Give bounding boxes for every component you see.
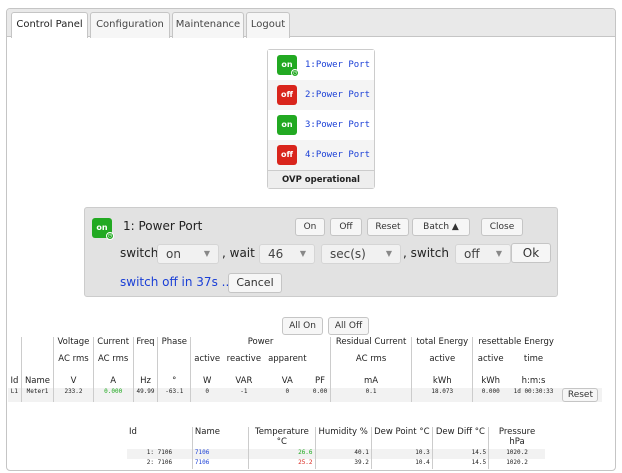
- col-phase: °: [157, 376, 192, 388]
- table-row: 1: 7106 7106 26.6 40.1 10.3 14.5 1020.2: [127, 449, 545, 459]
- ok-button[interactable]: Ok: [511, 243, 551, 263]
- switch-state-select[interactable]: on ▼: [157, 244, 219, 264]
- group-resettable-energy: resettable Energy: [478, 337, 554, 347]
- all-off-button[interactable]: All Off: [328, 317, 369, 335]
- cancel-button[interactable]: Cancel: [228, 273, 282, 293]
- port-4-label[interactable]: 4:Power Port: [305, 150, 370, 160]
- group-phase: Phase: [157, 337, 192, 354]
- switch2-state-select[interactable]: off ▼: [455, 244, 511, 264]
- switch2-label: , switch: [403, 246, 449, 260]
- sub-power-reactive: reactive: [226, 354, 262, 364]
- environment-sensor-table: Id Name Temperature °C Humidity % Dew Po…: [127, 427, 545, 469]
- wait-unit-select[interactable]: sec(s) ▼: [321, 244, 401, 264]
- chevron-down-icon: ▼: [385, 249, 392, 258]
- chevron-down-icon: ▼: [203, 249, 210, 258]
- col-id: Id: [8, 376, 22, 388]
- all-on-button[interactable]: All On: [282, 317, 323, 335]
- col-hz: Hz: [133, 376, 159, 388]
- port-3-toggle-button[interactable]: on: [277, 115, 297, 135]
- col-reset-time: h:m:s: [521, 376, 546, 386]
- port-row-1[interactable]: on ◷ 1:Power Port: [268, 50, 374, 80]
- col-reset-kwh: kWh: [481, 376, 501, 386]
- group-freq: Freq: [133, 337, 159, 354]
- panel-port-toggle-button[interactable]: on ◷: [92, 218, 114, 240]
- sub-residual: AC rms: [330, 354, 413, 376]
- env-col-id: Id: [127, 427, 193, 449]
- timer-icon: ◷: [106, 232, 114, 240]
- env-col-temperature: Temperature °C: [248, 427, 316, 449]
- env-col-dew-point: Dew Point °C: [371, 427, 433, 449]
- tab-logout[interactable]: Logout: [246, 12, 290, 38]
- table-row: 2: 7106 7106 25.2 39.2 10.4 14.5 1020.2: [127, 459, 545, 469]
- batch-button[interactable]: Batch ▲: [412, 218, 470, 236]
- sub-total-energy: active: [411, 354, 474, 376]
- col-name: Name: [21, 376, 55, 388]
- port-2-toggle-button[interactable]: off: [277, 85, 297, 105]
- wait-label: , wait: [222, 246, 255, 260]
- port-row-4[interactable]: off 4:Power Port: [268, 140, 374, 170]
- env-col-dew-diff: Dew Diff °C: [432, 427, 490, 449]
- port-1-label[interactable]: 1:Power Port: [305, 60, 370, 70]
- wait-value-select[interactable]: 46 ▼: [259, 244, 315, 264]
- reset-button[interactable]: Reset: [367, 218, 409, 236]
- sub-reset-time: time: [523, 354, 544, 364]
- group-total-energy: total Energy: [411, 337, 474, 354]
- tab-maintenance[interactable]: Maintenance: [172, 12, 244, 38]
- col-kwh: kWh: [411, 376, 474, 388]
- sub-power-active: active: [194, 354, 221, 364]
- col-va: VA: [281, 376, 293, 386]
- sub-reset-energy: active: [477, 354, 504, 364]
- port-1-toggle-button[interactable]: on ◷: [277, 55, 299, 77]
- energy-reset-button[interactable]: Reset: [562, 388, 599, 402]
- col-pf: PF: [310, 376, 332, 388]
- col-v: V: [53, 376, 94, 388]
- group-voltage: Voltage: [53, 337, 94, 354]
- tab-configuration[interactable]: Configuration: [90, 12, 170, 38]
- countdown-text: switch off in 37s ...: [120, 275, 234, 289]
- env-col-name: Name: [192, 427, 250, 449]
- chevron-down-icon: ▼: [299, 249, 306, 258]
- table-row: L1 Meter1 233.2 0.000 49.99 -63.1 0 -1 0…: [8, 388, 602, 402]
- group-current: Current: [93, 337, 134, 354]
- col-w: W: [202, 376, 212, 386]
- tab-bar: Control Panel Configuration Maintenance …: [7, 9, 615, 38]
- close-button[interactable]: Close: [481, 218, 523, 236]
- ovp-status: OVP operational: [268, 170, 374, 188]
- timer-icon: ◷: [291, 69, 299, 77]
- port-2-label[interactable]: 2:Power Port: [305, 90, 370, 100]
- col-a: A: [93, 376, 134, 388]
- port-control-panel: on ◷ 1: Power Port On Off Reset Batch ▲ C…: [84, 207, 558, 297]
- port-row-3[interactable]: on 3:Power Port: [268, 110, 374, 140]
- tab-control-panel[interactable]: Control Panel: [11, 12, 88, 38]
- col-var: VAR: [235, 376, 253, 386]
- off-button[interactable]: Off: [330, 218, 362, 236]
- switch-label: switch: [120, 246, 159, 260]
- col-ma: mA: [330, 376, 413, 388]
- env-col-pressure: Pressure hPa: [498, 427, 536, 447]
- meter-table: Voltage Current Freq Phase Power Residua…: [8, 337, 602, 402]
- port-row-2[interactable]: off 2:Power Port: [268, 80, 374, 110]
- sub-power-apparent: apparent: [268, 354, 307, 364]
- chevron-down-icon: ▼: [495, 249, 502, 258]
- on-button[interactable]: On: [295, 218, 325, 236]
- group-residual: Residual Current: [330, 337, 413, 354]
- group-power: Power: [190, 337, 331, 354]
- power-port-list: on ◷ 1:Power Port off 2:Power Port on 3:P…: [267, 49, 375, 189]
- env-col-humidity: Humidity %: [315, 427, 372, 449]
- panel-title: 1: Power Port: [123, 219, 203, 233]
- sub-voltage: AC rms: [53, 354, 94, 376]
- port-3-label[interactable]: 3:Power Port: [305, 120, 370, 130]
- port-4-toggle-button[interactable]: off: [277, 145, 297, 165]
- sub-current: AC rms: [93, 354, 134, 376]
